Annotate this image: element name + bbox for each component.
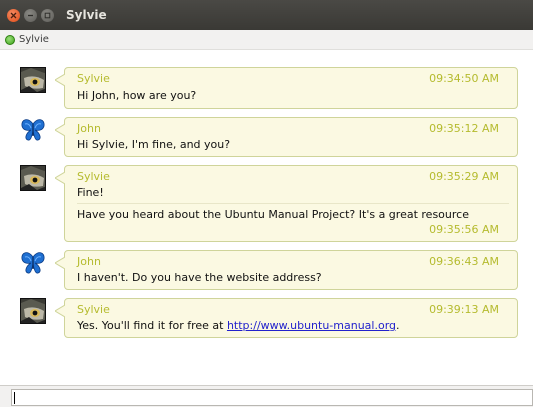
message-text: Hi John, how are you?	[77, 89, 197, 102]
butterfly-icon	[20, 250, 46, 276]
presence-available-icon	[5, 34, 15, 45]
message-timestamp: 09:35:29 AM	[429, 170, 499, 183]
title-bar: Sylvie	[0, 0, 533, 30]
butterfly-icon	[20, 117, 46, 143]
message-bubble: Sylvie 09:34:50 AM Hi John, how are you?	[55, 67, 518, 109]
url-link[interactable]: http://www.ubuntu-manual.org	[227, 319, 396, 332]
bubble-pointer	[55, 257, 65, 269]
maximize-icon	[44, 12, 51, 18]
owl-icon	[20, 165, 46, 191]
message-text: Hi Sylvie, I'm fine, and you?	[77, 138, 231, 151]
minimize-window-button[interactable]	[24, 8, 37, 22]
bubble-pointer	[55, 172, 65, 184]
maximize-window-button[interactable]	[41, 8, 54, 22]
message-sender: John	[77, 122, 101, 135]
message-timestamp: 09:34:50 AM	[429, 72, 499, 85]
message-timestamp: 09:36:43 AM	[429, 255, 499, 268]
message-bubble: John 09:36:43 AM I haven't. Do you have …	[55, 250, 518, 290]
message-sender: Sylvie	[77, 72, 110, 85]
chat-history[interactable]: Sylvie 09:34:50 AM Hi John, how are you?…	[0, 51, 533, 385]
message-bubble: Sylvie 09:35:29 AM Fine! Have you heard …	[55, 165, 518, 242]
message-divider	[77, 203, 509, 204]
message-sender: Sylvie	[77, 170, 110, 183]
message-sender: Sylvie	[77, 303, 110, 316]
text-cursor	[14, 392, 15, 404]
message-text-prefix: Yes. You'll find it for free at	[77, 319, 227, 332]
bubble-pointer	[55, 124, 65, 136]
window-title: Sylvie	[66, 8, 107, 22]
message-text: Fine!	[77, 186, 104, 199]
message-timestamp: 09:39:13 AM	[429, 303, 499, 316]
message-bubble: Sylvie 09:39:13 AM Yes. You'll find it f…	[55, 298, 518, 338]
message-bubble: John 09:35:12 AM Hi Sylvie, I'm fine, an…	[55, 117, 518, 157]
close-icon	[10, 12, 17, 18]
bubble-pointer	[55, 305, 65, 317]
message-timestamp: 09:35:12 AM	[429, 122, 499, 135]
contact-name[interactable]: Sylvie	[19, 34, 49, 45]
message-text-suffix: .	[396, 319, 400, 332]
bubble-pointer	[55, 74, 65, 86]
minimize-icon	[28, 14, 33, 16]
owl-icon	[20, 298, 46, 324]
message-input[interactable]	[11, 389, 533, 406]
owl-icon	[20, 67, 46, 93]
message-text: I haven't. Do you have the website addre…	[77, 271, 322, 284]
close-window-button[interactable]	[7, 8, 20, 22]
message-sender: John	[77, 255, 101, 268]
message-text: Have you heard about the Ubuntu Manual P…	[77, 208, 469, 221]
message-input-area	[0, 385, 533, 407]
message-timestamp: 09:35:56 AM	[429, 223, 499, 236]
contact-status-bar: Sylvie	[0, 30, 533, 50]
message-text: Yes. You'll find it for free at http://w…	[77, 319, 400, 332]
